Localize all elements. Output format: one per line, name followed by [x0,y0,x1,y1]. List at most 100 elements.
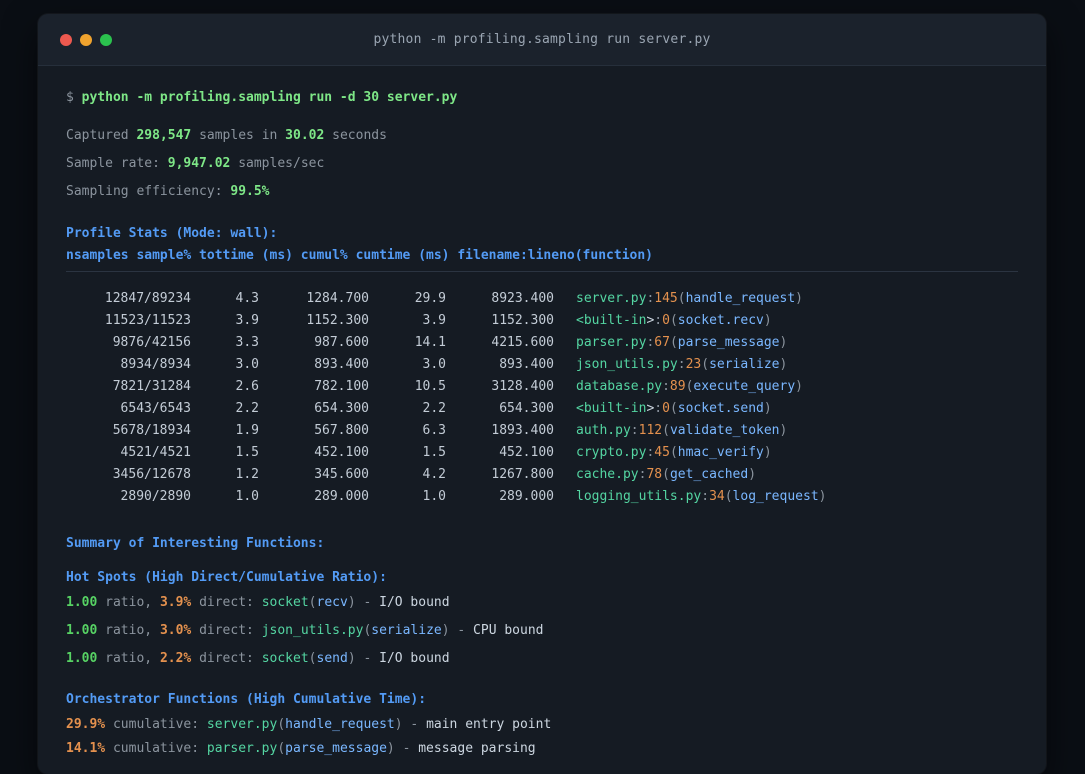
hot-spot-line: 1.00 ratio, 2.2% direct: socket(send) - … [66,649,1018,669]
text-span: cumulative: [105,741,207,756]
text-span: ( [669,401,678,416]
table-row: 12847/89234 4.3 1284.700 29.9 8923.400 s… [66,288,1018,310]
text-span: Sample rate: [66,156,168,171]
cumtime-cell: 1152.300 [491,313,554,328]
cumtime-cell: 452.100 [499,445,554,460]
nsamples-cell: 12847/89234 [104,291,191,306]
nsamples-cell: 7821/31284 [112,379,191,394]
text-span: I/O bound [379,651,450,666]
table-row: 4521/4521 1.5 452.100 1.5 452.100 crypto… [66,442,1018,464]
location-cell: parser.py:67(parse_message) [576,332,1018,354]
terminal-content: $ python -m profiling.sampling run -d 30… [38,66,1046,759]
command-line: $ python -m profiling.sampling run -d 30… [66,88,1018,108]
tottime-cell: 893.400 [314,357,369,372]
text-span: json_utils.py [261,623,364,638]
profile-stats-heading: Profile Stats (Mode: wall): [66,226,278,241]
tottime-cell: 1152.300 [306,313,369,328]
text-span: 0 [662,401,670,416]
column-gap [554,398,576,420]
maximize-button[interactable] [100,33,112,46]
location-cell: json_utils.py:23(serialize) [576,354,1018,376]
text-span: 3.9% [159,595,192,610]
nsamples-cell: 4521/4521 [120,445,191,460]
table-divider [66,271,1018,272]
sample-pct-cell: 3.9 [235,313,259,328]
text-span: 1.00 [66,651,98,666]
sample-pct-cell: 2.6 [235,379,259,394]
text-span: serialize [371,623,442,638]
text-span: 298,547 [136,128,192,143]
text-span: ) - [386,741,419,756]
text-span: ( [669,313,678,328]
location-cell: auth.py:112(validate_token) [576,420,1018,442]
nsamples-cell: 6543/6543 [120,401,191,416]
text-span: ( [308,595,317,610]
orchestrator-line: 14.1% cumulative: parser.py(parse_messag… [66,739,1018,759]
text-span: ) [779,335,788,350]
text-span: : [701,489,710,504]
cumul-pct-cell: 6.3 [422,423,446,438]
tottime-cell: 987.600 [314,335,369,350]
text-span: ) [779,357,788,372]
hot-spots-heading: Hot Spots (High Direct/Cumulative Ratio)… [66,570,387,585]
close-button[interactable] [60,33,72,46]
text-span: parser.py [576,335,647,350]
text-span: ( [277,717,286,732]
text-span: ( [724,489,733,504]
text-span: ( [662,467,670,482]
text-span: validate_token [669,423,780,438]
table-row: 11523/11523 3.9 1152.300 3.9 1152.300 <b… [66,310,1018,332]
text-span: database.py [576,379,663,394]
tottime-cell: 1284.700 [306,291,369,306]
location-cell: database.py:89(execute_query) [576,376,1018,398]
column-gap [554,464,576,486]
traffic-lights [60,14,112,65]
text-span: ) [795,291,803,306]
column-gap [554,486,576,508]
nsamples-cell: 8934/8934 [120,357,191,372]
cumul-pct-cell: 29.9 [414,291,446,306]
text-span: crypto.py [576,445,647,460]
text-span: 29.9% [66,717,106,732]
text-span: ) [748,467,757,482]
nsamples-cell: 2890/2890 [120,489,191,504]
text-span: I/O bound [379,595,450,610]
cumul-pct-cell: 3.9 [422,313,446,328]
text-span: hmac_verify [677,445,764,460]
column-gap [554,288,576,310]
text-span: 34 [709,489,725,504]
location-cell: cache.py:78(get_cached) [576,464,1018,486]
column-gap [554,376,576,398]
column-gap [554,310,576,332]
column-gap [554,420,576,442]
text-span: ( [701,357,710,372]
sample-pct-cell: 3.0 [235,357,259,372]
text-span: <built-in [576,313,647,328]
text-span: parser.py [206,741,278,756]
text-span: ) - [347,595,380,610]
text-span: direct: [191,623,262,638]
tottime-cell: 567.800 [314,423,369,438]
text-span: 89 [669,379,686,394]
table-row: 7821/31284 2.6 782.100 10.5 3128.400 dat… [66,376,1018,398]
text-span: samples/sec [230,156,325,171]
table-row: 8934/8934 3.0 893.400 3.0 893.400 json_u… [66,354,1018,376]
text-span: ( [277,741,286,756]
nsamples-cell: 9876/42156 [112,335,191,350]
text-span: : [654,313,663,328]
text-span: 1.00 [66,595,98,610]
text-span: Sampling efficiency: [66,184,231,199]
minimize-button[interactable] [80,33,92,46]
text-span: cumulative: [105,717,207,732]
text-span: log_request [732,489,819,504]
nsamples-cell: 11523/11523 [104,313,191,328]
text-span: Captured [66,128,137,143]
text-span: CPU bound [473,623,544,638]
table-row: 6543/6543 2.2 654.300 2.2 654.300 <built… [66,398,1018,420]
tottime-cell: 289.000 [314,489,369,504]
text-span: ( [669,335,678,350]
cumul-pct-cell: 2.2 [422,401,446,416]
text-span: main entry point [426,717,552,732]
cumtime-cell: 8923.400 [491,291,554,306]
text-span: samples in [191,128,286,143]
